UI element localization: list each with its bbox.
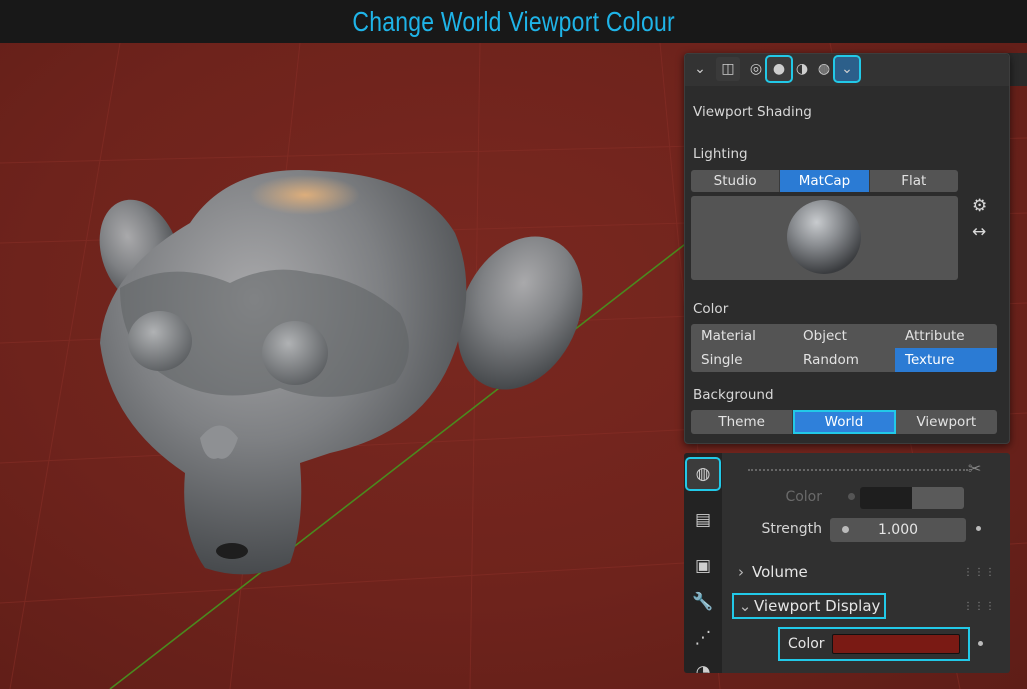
viewport-display-panel-header[interactable]: ⌄ Viewport Display ⋮⋮⋮ (730, 593, 1002, 619)
physics-icon[interactable]: ◔ (687, 657, 719, 673)
color-option-attribute[interactable]: Attribute (895, 324, 997, 348)
page-title: Change World Viewport Colour (352, 5, 675, 37)
background-option-viewport[interactable]: Viewport (896, 410, 997, 434)
viewport-color-keyframe-dot[interactable] (978, 641, 983, 646)
collection-icon[interactable]: ▤ (687, 505, 719, 535)
world-icon[interactable]: ◍ (685, 457, 721, 491)
strength-label: Strength (761, 521, 822, 537)
background-option-world[interactable]: World (793, 410, 896, 434)
object-icon[interactable]: ▣ (687, 551, 719, 581)
viewport-shading-header: ⌄ ◫ ◎ ● ◑ ◍ ⌄ (685, 54, 1009, 86)
wrench-icon[interactable]: 🔧 (687, 587, 719, 617)
color-option-material[interactable]: Material (691, 324, 793, 348)
strength-animate-dot[interactable] (976, 526, 981, 531)
xray-icon[interactable]: ◫ (716, 57, 740, 81)
lighting-selector: Studio MatCap Flat (691, 170, 958, 192)
world-color-field[interactable] (860, 487, 964, 509)
volume-panel-header[interactable]: › Volume ⋮⋮⋮ (730, 559, 1002, 585)
strength-keyframe-dot[interactable] (842, 526, 849, 533)
color-option-random[interactable]: Random (793, 348, 895, 372)
chevron-down-icon[interactable]: ⌄ (833, 55, 861, 83)
properties-tab-column: ◍ ▤ ▣ 🔧 ⋰ ◔ (684, 453, 722, 673)
properties-editor: ◍ ▤ ▣ 🔧 ⋰ ◔ ✂ Color Strength 1.000 › Vol… (684, 453, 1010, 673)
panel-divider (748, 469, 968, 471)
drag-handle-icon[interactable]: ⋮⋮⋮ (963, 601, 996, 612)
suzanne-mesh (99, 170, 583, 575)
color-row-label: Color (785, 489, 822, 505)
vertex-icon[interactable]: ⋰ (687, 623, 719, 653)
scissors-icon[interactable]: ✂ (968, 459, 981, 478)
lighting-option-studio[interactable]: Studio (691, 170, 781, 192)
rendered-icon[interactable]: ◍ (812, 57, 836, 81)
solid-icon[interactable]: ● (765, 55, 793, 83)
volume-label: Volume (752, 563, 808, 581)
viewport-display-toggle[interactable]: ⌄ Viewport Display (731, 593, 887, 619)
matcap-preview[interactable] (691, 196, 958, 280)
background-selector: Theme World Viewport (691, 410, 997, 434)
viewport-color-swatch[interactable] (832, 634, 960, 654)
material-preview-icon[interactable]: ◑ (790, 57, 814, 81)
lighting-label: Lighting (693, 146, 748, 162)
viewport-color-row: Color (778, 627, 970, 661)
gear-icon[interactable]: ⚙ (972, 196, 987, 216)
matcap-sphere-icon (787, 200, 861, 274)
viewport-shading-heading: Viewport Shading (693, 104, 812, 120)
viewport-shading-popover: ⌄ ◫ ◎ ● ◑ ◍ ⌄ Viewport Shading Lighting … (684, 53, 1010, 444)
viewport-color-label: Color (788, 636, 825, 652)
color-option-texture[interactable]: Texture (895, 348, 997, 372)
color-selector: Material Object Attribute Single Random … (691, 324, 997, 372)
drag-handle-icon[interactable]: ⋮⋮⋮ (963, 567, 996, 578)
strength-field[interactable]: 1.000 (830, 518, 966, 542)
viewport-display-label: Viewport Display (754, 597, 881, 615)
color-option-object[interactable]: Object (793, 324, 895, 348)
flip-horizontal-icon[interactable]: ↔ (972, 222, 986, 242)
chevron-down-icon: ⌄ (738, 597, 752, 615)
color-keyframe-dot[interactable] (848, 493, 855, 500)
background-label: Background (693, 387, 774, 403)
chevron-right-icon: › (738, 563, 744, 581)
world-properties-content: ✂ Color Strength 1.000 › Volume ⋮⋮⋮ ⌄ Vi… (730, 453, 1002, 673)
chevron-down-icon[interactable]: ⌄ (688, 57, 712, 81)
color-label: Color (693, 301, 729, 317)
background-option-theme[interactable]: Theme (691, 410, 794, 434)
lighting-option-flat[interactable]: Flat (870, 170, 958, 192)
wireframe-icon[interactable]: ◎ (744, 57, 768, 81)
color-option-single[interactable]: Single (691, 348, 793, 372)
lighting-option-matcap[interactable]: MatCap (780, 170, 870, 192)
title-bar: Change World Viewport Colour (0, 0, 1027, 43)
strength-value: 1.000 (877, 522, 919, 538)
